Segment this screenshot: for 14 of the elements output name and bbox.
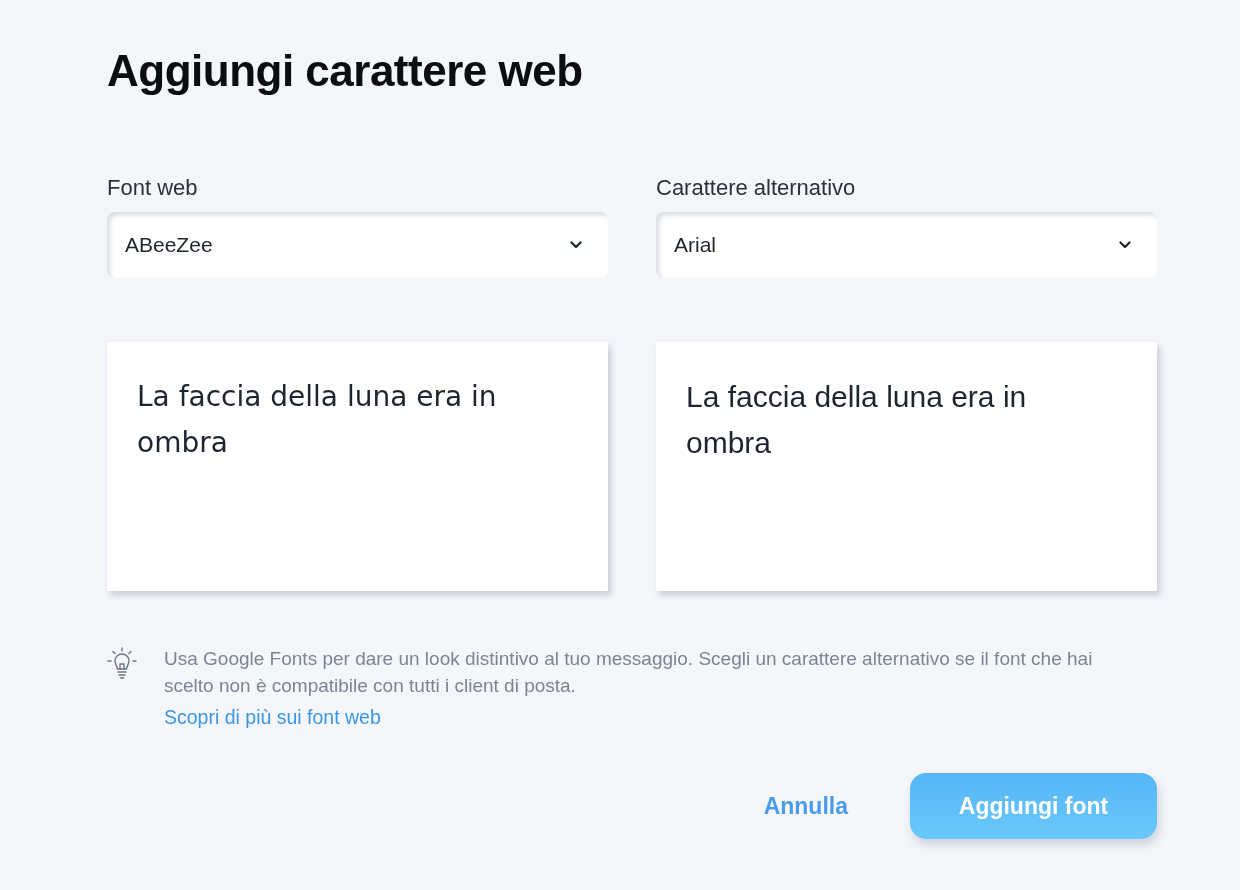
cancel-button[interactable]: Annulla	[749, 786, 862, 826]
caret-icon	[570, 241, 582, 249]
add-font-button[interactable]: Aggiungi font	[910, 773, 1157, 839]
field-label: Font web	[107, 176, 198, 200]
hint-text: Usa Google Fonts per dare un look distintivo al tuo messaggio. Scegli un carattere alternativo se il font che hai scelto non è compatibile con tutti i client di posta.	[164, 647, 1094, 698]
font-select[interactable]: ABeeZee	[107, 212, 608, 278]
learn-more-link[interactable]: Scopri di più sui font web	[164, 705, 381, 729]
preview-text: La faccia della luna era in ombra	[137, 379, 498, 461]
preview-text: La faccia della luna era in ombra	[686, 379, 1028, 461]
lightbulb-icon	[107, 647, 137, 679]
caret-icon	[1119, 241, 1131, 249]
dialog-title: Aggiungi carattere web	[107, 45, 583, 97]
font-select[interactable]: Arial	[656, 212, 1157, 278]
field-label: Carattere alternativo	[656, 176, 856, 200]
